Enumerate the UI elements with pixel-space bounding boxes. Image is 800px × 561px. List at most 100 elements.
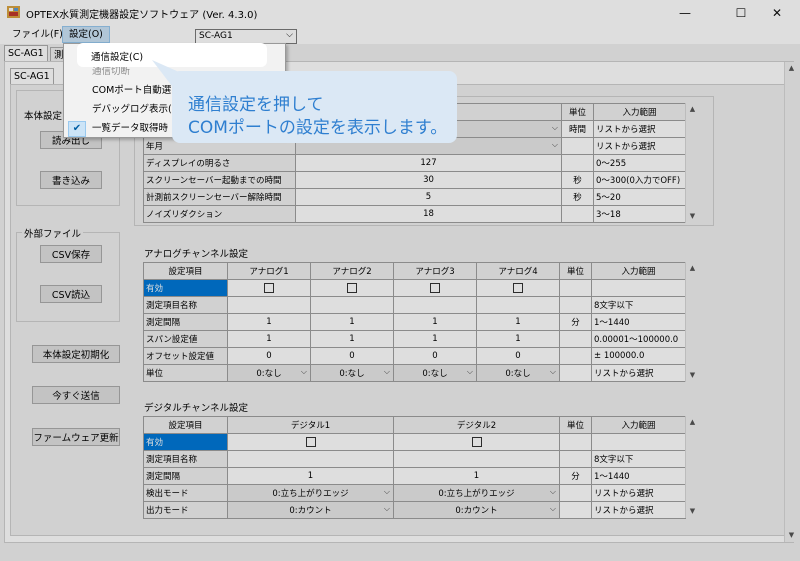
checkbox-icon[interactable] <box>430 282 440 293</box>
digital1-detect-select[interactable]: 0:立ち上がりエッジ ⌵ <box>227 484 394 502</box>
scroll-up-icon[interactable]: ▲ <box>785 62 798 75</box>
cell-value[interactable]: 1 <box>476 313 560 331</box>
cell-unit <box>559 279 592 297</box>
cell-value[interactable]: 1 <box>393 313 477 331</box>
table-row: 測定間隔 1 1 分 1〜1440 <box>143 467 686 485</box>
menu-settings[interactable]: 設定(O) <box>62 26 110 43</box>
cell-value: 0:立ち上がりエッジ <box>438 489 515 499</box>
cell-value: 0:なし <box>339 369 365 379</box>
tab-sc-ag1[interactable]: SC-AG1 <box>4 45 48 61</box>
minimize-button[interactable]: — <box>662 0 708 26</box>
cell-range: 3〜18 <box>593 205 686 223</box>
device-table-scrollbar[interactable]: ▲ ▼ <box>685 103 698 223</box>
cell-value: 0:カウント <box>455 506 498 516</box>
checkbox-icon[interactable] <box>264 282 274 293</box>
cell-value[interactable]: 0 <box>227 347 311 365</box>
device-settings-label: 本体設定 <box>22 108 65 122</box>
checkbox-icon[interactable] <box>513 282 523 293</box>
analog-table-scrollbar[interactable]: ▲ ▼ <box>685 262 698 382</box>
digital-header-2: デジタル2 <box>393 416 560 434</box>
cell-value[interactable]: 1 <box>476 330 560 348</box>
cell-unit: 秒 <box>561 171 594 189</box>
analog1-enable-checkbox[interactable] <box>227 279 311 297</box>
row-label: 出力モード <box>143 501 228 519</box>
checkbox-icon[interactable] <box>347 282 357 293</box>
cell-range: 8文字以下 <box>591 450 686 468</box>
analog-header-3: アナログ3 <box>393 262 477 280</box>
row-label: 単位 <box>143 364 228 382</box>
cell-value[interactable] <box>476 296 560 314</box>
scroll-down-icon[interactable]: ▼ <box>686 505 699 518</box>
scroll-up-icon[interactable]: ▲ <box>686 103 699 116</box>
scroll-down-icon[interactable]: ▼ <box>785 529 798 542</box>
digital-table-scrollbar[interactable]: ▲ ▼ <box>685 416 698 518</box>
window-scrollbar[interactable]: ▲ ▼ <box>784 62 797 542</box>
checkbox-icon[interactable] <box>305 436 316 447</box>
cell-unit: 時間 <box>561 120 594 138</box>
device-select[interactable]: SC-AG1 ⌵ <box>195 29 297 44</box>
cell-value: 0:なし <box>256 369 282 379</box>
analog1-unit-select[interactable]: 0:なし ⌵ <box>227 364 311 382</box>
cell-value[interactable] <box>227 296 311 314</box>
csv-save-button[interactable]: CSV保存 <box>40 245 102 263</box>
analog-header-1: アナログ1 <box>227 262 311 280</box>
cell-value[interactable]: 1 <box>310 330 394 348</box>
scroll-down-icon[interactable]: ▼ <box>686 210 699 223</box>
cell-value[interactable]: 1 <box>227 313 311 331</box>
cell-value[interactable]: 0 <box>393 347 477 365</box>
cell-value[interactable] <box>393 296 477 314</box>
cell-value[interactable]: 127 <box>295 154 562 172</box>
chevron-down-icon: ⌵ <box>383 504 390 513</box>
analog-section-title: アナログチャンネル設定 <box>144 249 249 260</box>
row-label: 有効 <box>143 279 228 297</box>
cell-value[interactable] <box>393 450 560 468</box>
send-now-button[interactable]: 今すぐ送信 <box>32 386 120 404</box>
cell-range: リストから選択 <box>591 501 686 519</box>
digital2-detect-select[interactable]: 0:立ち上がりエッジ ⌵ <box>393 484 560 502</box>
table-row: 測定間隔 1 1 1 1 分 1〜1440 <box>143 313 686 331</box>
analog4-enable-checkbox[interactable] <box>476 279 560 297</box>
tab-sub-sc-ag1[interactable]: SC-AG1 <box>10 68 54 84</box>
scroll-up-icon[interactable]: ▲ <box>686 416 699 429</box>
cell-value[interactable]: 1 <box>393 330 477 348</box>
cell-value: 0:立ち上がりエッジ <box>272 489 349 499</box>
cell-value[interactable]: 1 <box>310 313 394 331</box>
cell-range: リストから選択 <box>591 484 686 502</box>
write-button[interactable]: 書き込み <box>40 171 102 189</box>
scroll-up-icon[interactable]: ▲ <box>686 262 699 275</box>
cell-value[interactable]: 0 <box>476 347 560 365</box>
checkbox-icon[interactable] <box>471 436 482 447</box>
menu-file[interactable]: ファイル(F) <box>6 26 69 44</box>
cell-range: ± 100000.0 <box>591 347 686 365</box>
cell-value[interactable]: 1 <box>227 467 394 485</box>
cell-value[interactable] <box>227 450 394 468</box>
init-settings-button[interactable]: 本体設定初期化 <box>32 345 120 363</box>
tutorial-callout: 通信設定を押して COMポートの設定を表示します。 <box>172 71 457 143</box>
analog3-enable-checkbox[interactable] <box>393 279 477 297</box>
cell-value[interactable]: 1 <box>393 467 560 485</box>
cell-range: リストから選択 <box>593 137 686 155</box>
table-row: 測定項目名称 8文字以下 <box>143 296 686 314</box>
digital1-output-select[interactable]: 0:カウント ⌵ <box>227 501 394 519</box>
analog2-enable-checkbox[interactable] <box>310 279 394 297</box>
table-row: 有効 <box>143 433 686 451</box>
cell-value[interactable]: 30 <box>295 171 562 189</box>
cell-value[interactable]: 0 <box>310 347 394 365</box>
firmware-update-button[interactable]: ファームウェア更新 <box>32 428 120 446</box>
scroll-down-icon[interactable]: ▼ <box>686 369 699 382</box>
digital2-enable-checkbox[interactable] <box>393 433 560 451</box>
analog2-unit-select[interactable]: 0:なし ⌵ <box>310 364 394 382</box>
chevron-down-icon: ⌵ <box>383 487 390 496</box>
csv-load-button[interactable]: CSV読込 <box>40 285 102 303</box>
analog4-unit-select[interactable]: 0:なし ⌵ <box>476 364 560 382</box>
close-button[interactable]: ✕ <box>754 0 800 26</box>
analog3-unit-select[interactable]: 0:なし ⌵ <box>393 364 477 382</box>
cell-range: 1〜1440 <box>591 467 686 485</box>
cell-value[interactable]: 5 <box>295 188 562 206</box>
digital2-output-select[interactable]: 0:カウント ⌵ <box>393 501 560 519</box>
cell-value[interactable] <box>310 296 394 314</box>
cell-value[interactable]: 18 <box>295 205 562 223</box>
digital1-enable-checkbox[interactable] <box>227 433 394 451</box>
cell-value[interactable]: 1 <box>227 330 311 348</box>
chevron-down-icon: ⌵ <box>549 367 556 376</box>
